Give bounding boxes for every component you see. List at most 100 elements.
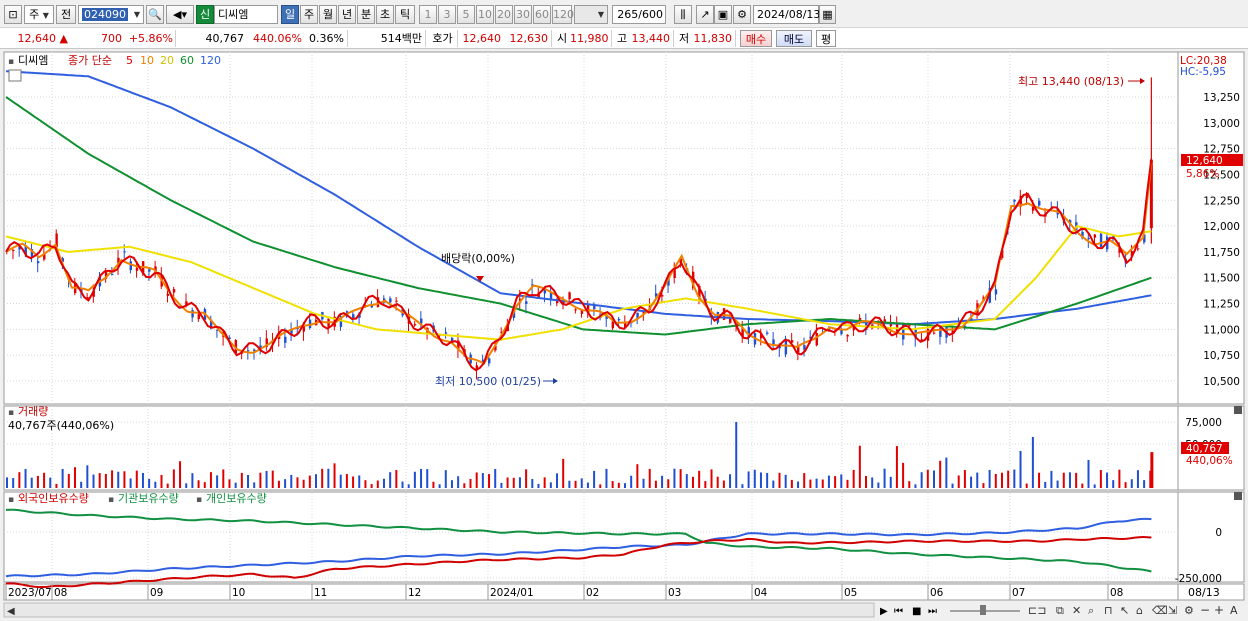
buy-button[interactable]: 매수: [740, 30, 772, 47]
volume-bar: [426, 469, 429, 488]
date-input[interactable]: 2024/08/13: [753, 5, 820, 24]
calendar-icon[interactable]: ▦: [819, 5, 836, 24]
chart-container: 2023/07 08 09 10 11 12 2024/01 02 03 04 05 06 07 08 1…: [0, 50, 1248, 621]
main-toolbar: ⊡ 주 ▼ 전 024090 ▼ 🔍 ◀▾ 신 디씨엠 일 주 월 년 분 초 틱…: [0, 0, 1248, 28]
price-y-tick: 11,000: [1203, 324, 1240, 336]
holdings-pane-close-icon[interactable]: [1234, 492, 1242, 500]
volume-bar: [790, 479, 793, 488]
settings-icon[interactable]: ⚙: [1184, 604, 1194, 617]
interval-10[interactable]: 10: [476, 5, 494, 24]
candle-type-icon[interactable]: ⫼: [674, 5, 692, 24]
save-icon[interactable]: ▣: [714, 5, 732, 24]
volume-bar: [1136, 470, 1139, 488]
horizontal-scrollbar[interactable]: [3, 602, 875, 618]
window-icon[interactable]: ⊡: [4, 5, 22, 24]
volume-bar: [407, 484, 410, 488]
table-icon[interactable]: [8, 69, 22, 82]
volume-bar: [704, 481, 707, 488]
data-count-field[interactable]: 265/600: [612, 5, 666, 24]
volume-bar: [525, 469, 528, 488]
volume-pane-close-icon[interactable]: [1234, 406, 1242, 414]
legend-ma20: 20: [160, 54, 174, 67]
x-axis-label: 08: [54, 587, 67, 599]
volume-last-label: 40,767주(440,06%): [8, 419, 114, 432]
volume-bar: [61, 468, 64, 488]
stop-icon[interactable]: ■: [912, 606, 921, 617]
volume-bar: [537, 483, 540, 488]
sell-button[interactable]: 매도: [776, 30, 812, 47]
volume-bar: [543, 477, 546, 488]
chart-tools-icon[interactable]: ↗: [696, 5, 714, 24]
tab-year[interactable]: 년: [338, 5, 356, 24]
search-icon[interactable]: 🔍: [146, 5, 164, 24]
fast-forward-icon[interactable]: ⏭: [928, 606, 937, 617]
low-annotation: 최저 10,500 (01/25): [435, 375, 541, 388]
magnet-icon[interactable]: ⊓: [1104, 604, 1113, 617]
erase-icon[interactable]: ⌫: [1152, 604, 1168, 617]
candle-body: [129, 261, 132, 271]
tab-day[interactable]: 일: [281, 5, 299, 24]
layout-icon[interactable]: ⊏⊐: [1028, 604, 1046, 617]
tab-second[interactable]: 초: [376, 5, 394, 24]
interval-60[interactable]: 60: [533, 5, 551, 24]
volume-bar: [457, 476, 460, 488]
interval-5[interactable]: 5: [457, 5, 475, 24]
interval-20[interactable]: 20: [495, 5, 513, 24]
speaker-icon[interactable]: ◀▾: [166, 5, 194, 24]
scroll-left-icon[interactable]: ◀: [7, 606, 15, 617]
price-y-tick: 10,750: [1203, 350, 1240, 362]
interval-120[interactable]: 120: [552, 5, 574, 24]
average-button[interactable]: 평: [816, 30, 836, 47]
holdings-y-tick: -250,000: [1175, 573, 1222, 585]
copy-icon[interactable]: ⧉: [1056, 604, 1064, 617]
quote-bar: 12,640 ▲ 700 +5.86% 40,767 440.06% 0.36%…: [0, 28, 1248, 49]
line-tool-icon[interactable]: ⌕: [1088, 604, 1094, 617]
price-change: 700: [101, 32, 122, 45]
volume-bar: [821, 479, 824, 488]
volume-bar: [117, 471, 120, 488]
cross-icon[interactable]: ✕: [1072, 604, 1081, 617]
candle-body: [284, 336, 287, 343]
volume-bar: [494, 469, 497, 488]
candle-body: [815, 333, 818, 346]
zoom-slider-handle[interactable]: [980, 605, 986, 615]
volume-bar: [376, 480, 379, 488]
x-axis-right-label: 08/13: [1188, 586, 1220, 599]
volume-bar: [642, 478, 645, 488]
price-pane[interactable]: [3, 51, 1179, 405]
candle-body: [994, 289, 998, 295]
volume-bar: [296, 477, 299, 488]
lock-icon[interactable]: ⌂: [1136, 604, 1143, 617]
gear-icon[interactable]: ⚙: [733, 5, 751, 24]
period-type-select[interactable]: 주 ▼: [24, 5, 54, 24]
zoom-out-icon[interactable]: −: [1200, 603, 1210, 617]
volume-last-pct-tag: 440,06%: [1186, 455, 1233, 467]
price-y-tick: 12,000: [1203, 221, 1240, 233]
tab-tick[interactable]: 틱: [395, 5, 415, 24]
prefix-button[interactable]: 전: [56, 5, 76, 24]
volume-bar: [846, 479, 849, 488]
chevron-down-icon: ▼: [42, 11, 49, 20]
stock-name-field[interactable]: 디씨엠: [214, 5, 278, 24]
tab-minute[interactable]: 분: [357, 5, 375, 24]
price-y-tick: 10,500: [1203, 376, 1240, 388]
zoom-in-icon[interactable]: +: [1214, 603, 1224, 617]
x-axis-label: 07: [1012, 587, 1025, 599]
interval-3[interactable]: 3: [438, 5, 456, 24]
low-label: 저: [678, 32, 690, 45]
interval-1[interactable]: 1: [419, 5, 437, 24]
font-size-icon[interactable]: A: [1230, 604, 1238, 617]
volume-bar: [506, 477, 509, 488]
export-icon[interactable]: ⇲: [1168, 604, 1177, 617]
rewind-icon[interactable]: ⏮: [894, 606, 903, 617]
legend-separator-icon: ▪: [196, 495, 202, 505]
pointer-icon[interactable]: ↖: [1120, 604, 1129, 617]
scroll-right-icon[interactable]: ▶: [880, 606, 888, 617]
interval-30[interactable]: 30: [514, 5, 532, 24]
tab-month[interactable]: 월: [319, 5, 337, 24]
volume-bar: [827, 475, 830, 488]
dividend-annotation: 배당락(0,00%): [441, 252, 515, 265]
stock-code-input[interactable]: 024090 ▼: [78, 5, 144, 24]
interval-custom-select[interactable]: ▼: [574, 5, 608, 24]
tab-week[interactable]: 주: [300, 5, 318, 24]
